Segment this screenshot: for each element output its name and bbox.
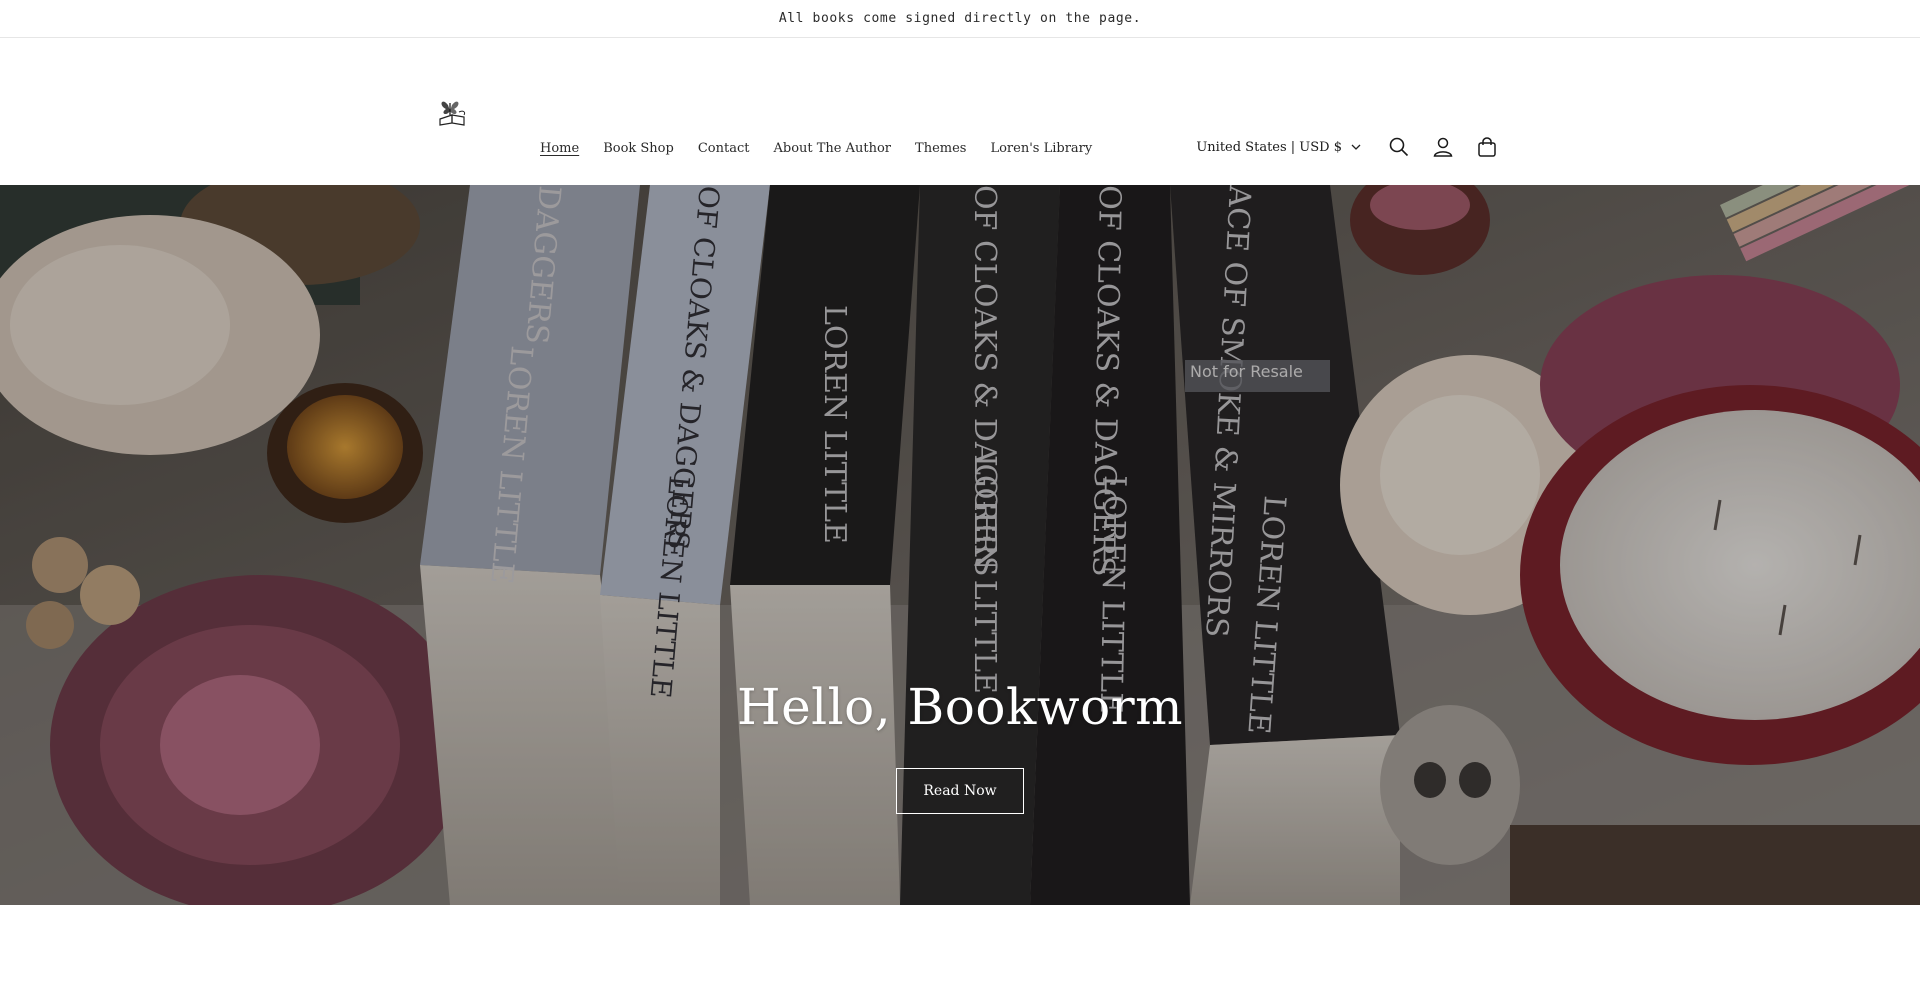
search-button[interactable] — [1386, 134, 1412, 160]
nav-contact[interactable]: Contact — [686, 137, 762, 161]
country-currency-selector[interactable]: United States | USD $ — [1196, 140, 1362, 155]
nav-book-shop[interactable]: Book Shop — [591, 137, 686, 161]
nav-about-the-author[interactable]: About The Author — [761, 137, 903, 161]
chevron-down-icon — [1351, 144, 1361, 150]
nav-themes[interactable]: Themes — [903, 137, 978, 161]
next-section — [0, 905, 1920, 993]
hero-banner: DAGGERS LOREN LITTLE OF CLOAKS & DAGGERS… — [0, 185, 1920, 905]
account-icon — [1433, 137, 1453, 157]
cart-button[interactable] — [1474, 134, 1500, 160]
main-nav: Home Book Shop Contact About The Author … — [540, 137, 1104, 161]
butterfly-book-logo-icon — [439, 101, 466, 126]
nav-home[interactable]: Home — [540, 137, 591, 161]
hero-title: Hello, Bookworm — [736, 678, 1184, 736]
currency-label: United States | USD $ — [1196, 139, 1342, 155]
account-button[interactable] — [1430, 134, 1456, 160]
cart-icon — [1478, 137, 1496, 157]
site-header: Home Book Shop Contact About The Author … — [0, 38, 1920, 185]
announcement-bar: All books come signed directly on the pa… — [0, 0, 1920, 38]
announcement-text: All books come signed directly on the pa… — [778, 11, 1142, 26]
header-actions: United States | USD $ — [1196, 134, 1500, 160]
search-icon — [1389, 137, 1409, 157]
read-now-button[interactable]: Read Now — [896, 768, 1024, 814]
logo[interactable] — [434, 93, 474, 127]
nav-lorens-library[interactable]: Loren's Library — [978, 137, 1104, 161]
